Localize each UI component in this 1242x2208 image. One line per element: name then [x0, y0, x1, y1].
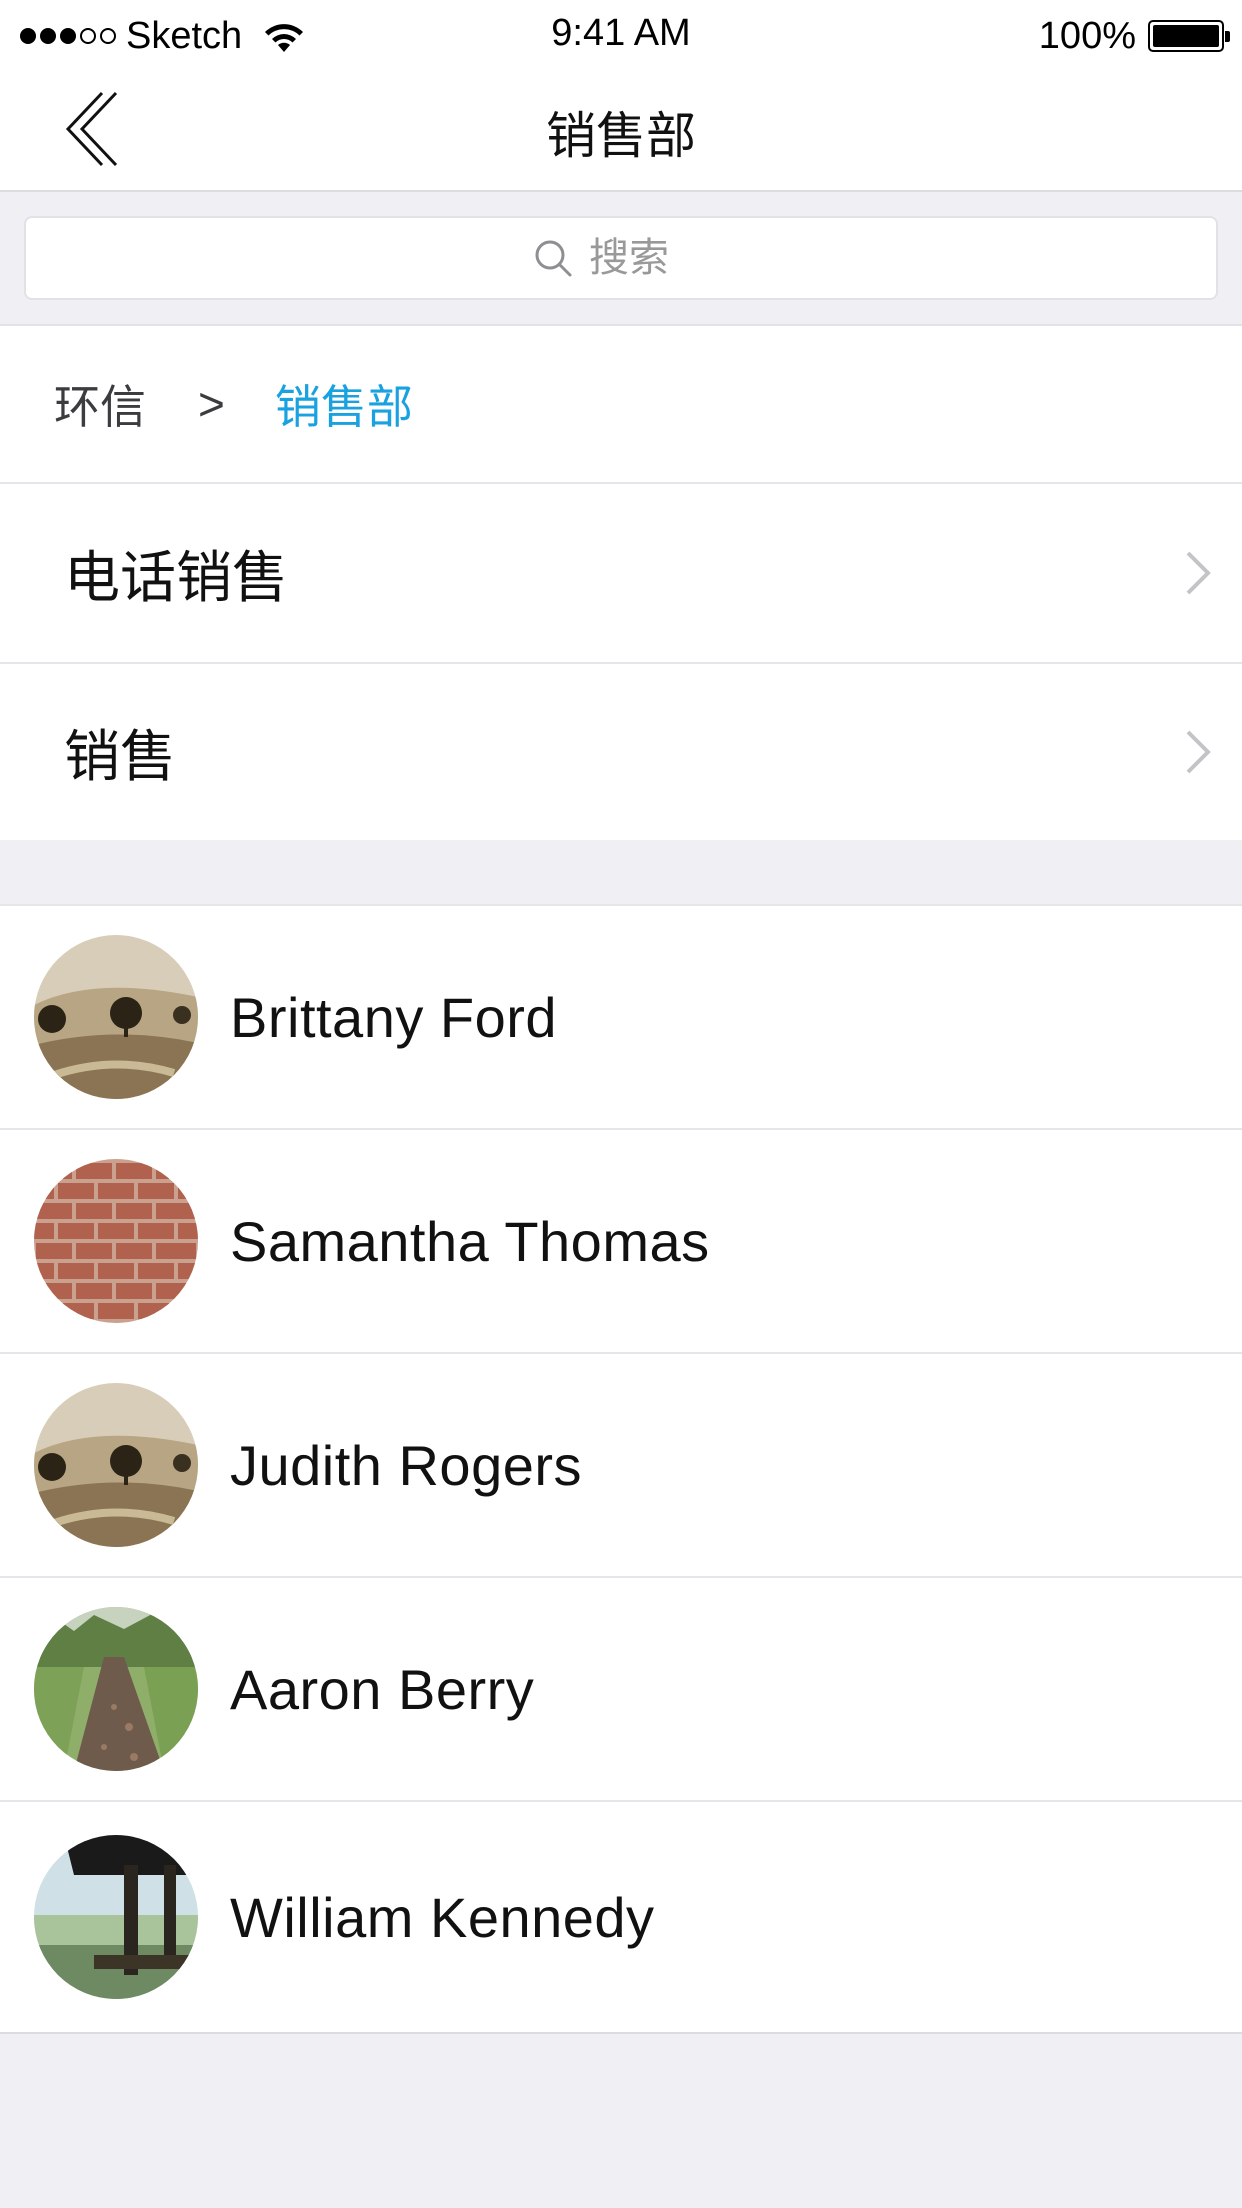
battery-percentage: 100% — [1038, 14, 1136, 57]
contact-name: Samantha Thomas — [230, 1209, 710, 1273]
contact-name: Judith Rogers — [230, 1433, 583, 1497]
contact-row[interactable]: Brittany Ford — [0, 906, 1242, 1130]
department-label: 电话销售 — [64, 545, 288, 609]
navigation-bar: 销售部 — [0, 72, 1242, 192]
breadcrumb: 环信 > 销售部 — [0, 326, 1242, 484]
search-icon — [535, 240, 572, 277]
forest-path-photo-avatar — [34, 1607, 198, 1771]
contact-name: Brittany Ford — [230, 985, 558, 1049]
contact-row[interactable]: Aaron Berry — [0, 1578, 1242, 1802]
contact-list: Brittany Ford Samantha Thomas Judith Rog… — [0, 904, 1242, 2034]
contact-row[interactable]: Judith Rogers — [0, 1354, 1242, 1578]
battery-icon — [1148, 20, 1230, 52]
search-bar — [0, 192, 1242, 326]
contact-name: Aaron Berry — [230, 1657, 535, 1721]
pier-photo-avatar — [34, 1835, 198, 1999]
contact-name: William Kennedy — [230, 1885, 655, 1949]
avatar — [34, 1159, 198, 1323]
status-right: 100% — [1038, 14, 1230, 58]
department-list: 电话销售 销售 — [0, 484, 1242, 840]
department-row[interactable]: 电话销售 — [0, 484, 1242, 664]
breadcrumb-current: 销售部 — [274, 381, 413, 433]
search-box[interactable] — [24, 216, 1218, 300]
contact-row[interactable]: William Kennedy — [0, 1802, 1242, 2034]
landscape-photo-avatar — [34, 1383, 198, 1547]
status-bar: Sketch 9:41 AM 100% — [0, 0, 1242, 72]
chevron-right-icon — [1186, 551, 1211, 595]
chevron-right-icon — [1186, 730, 1211, 774]
breadcrumb-separator: > — [198, 378, 225, 430]
avatar — [34, 935, 198, 1099]
department-row[interactable]: 销售 — [0, 664, 1242, 840]
avatar — [34, 1835, 198, 1999]
landscape-photo-avatar — [34, 935, 198, 1099]
breadcrumb-root[interactable]: 环信 — [54, 371, 146, 437]
department-label: 销售 — [64, 724, 176, 788]
page-title: 销售部 — [546, 108, 696, 164]
search-input[interactable] — [589, 235, 709, 281]
contact-row[interactable]: Samantha Thomas — [0, 1130, 1242, 1354]
brick-wall-photo-avatar — [34, 1159, 198, 1323]
avatar — [34, 1607, 198, 1771]
avatar — [34, 1383, 198, 1547]
